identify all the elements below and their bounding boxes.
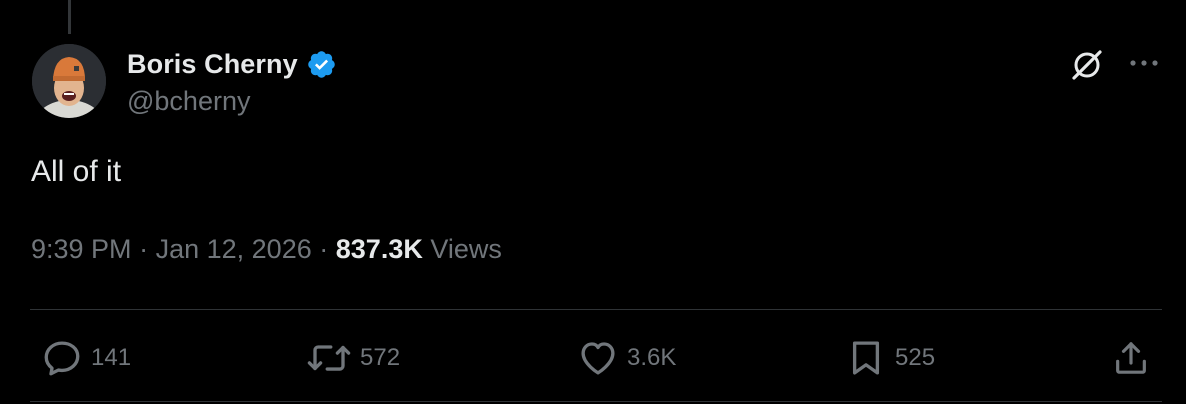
like-count: 3.6K	[627, 344, 677, 371]
action-bar: 141 572 3.6K 525	[0, 334, 1186, 382]
avatar-image	[32, 44, 106, 118]
divider	[30, 309, 1162, 310]
tweet-date[interactable]: Jan 12, 2026	[156, 234, 312, 264]
bottom-divider	[30, 401, 1162, 402]
share-icon	[1116, 342, 1146, 374]
author-name-row: Boris Cherny	[127, 46, 337, 82]
more-icon	[1130, 60, 1158, 66]
tweet-time[interactable]: 9:39 PM	[31, 234, 132, 264]
heart-icon	[581, 342, 615, 375]
reply-button[interactable]: 141	[41, 334, 131, 382]
reply-icon	[44, 341, 80, 376]
author-display-name[interactable]: Boris Cherny	[127, 49, 298, 80]
grok-button[interactable]	[1068, 46, 1106, 84]
verified-badge-icon[interactable]	[306, 49, 337, 80]
bookmark-count: 525	[895, 344, 936, 371]
more-options-button[interactable]	[1124, 48, 1164, 78]
share-button[interactable]	[1111, 334, 1151, 382]
meta-separator: ·	[319, 234, 329, 264]
repost-count: 572	[360, 344, 401, 371]
like-button[interactable]: 3.6K	[577, 334, 676, 382]
tweet-metadata: 9:39 PM · Jan 12, 2026 · 837.3K Views	[31, 234, 502, 265]
grok-icon	[1072, 50, 1102, 80]
reply-count: 141	[91, 344, 132, 371]
meta-separator: ·	[139, 234, 149, 264]
avatar[interactable]	[32, 44, 106, 118]
bookmark-button[interactable]: 525	[845, 334, 935, 382]
repost-icon	[307, 345, 351, 371]
author-handle[interactable]: @bcherny	[127, 86, 250, 117]
views-label: Views	[430, 234, 502, 264]
views-count: 837.3K	[335, 234, 423, 264]
repost-button[interactable]: 572	[306, 334, 400, 382]
tweet-text: All of it	[31, 155, 122, 188]
bookmark-icon	[852, 341, 880, 375]
thread-connector-line	[68, 0, 71, 34]
